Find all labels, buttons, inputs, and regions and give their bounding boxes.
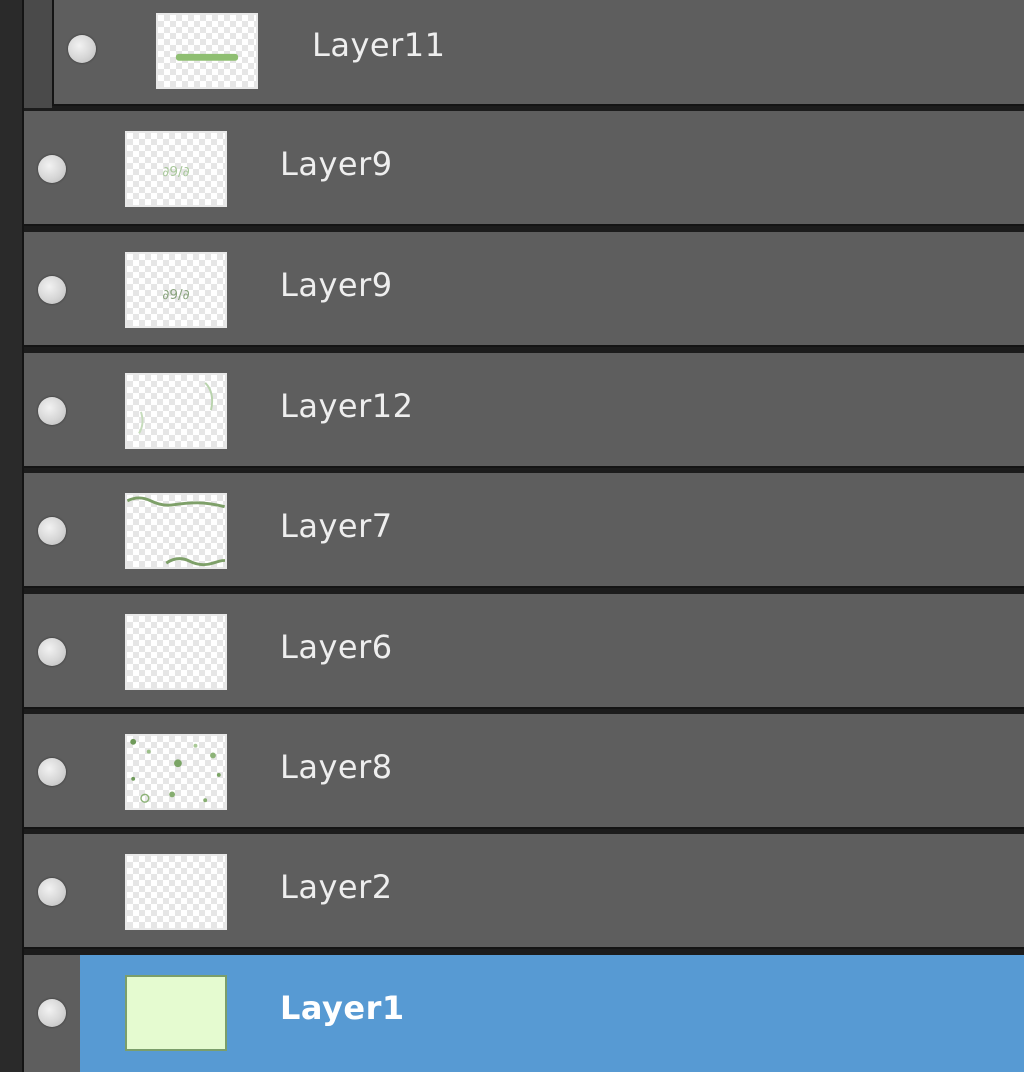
layer-row-layer12[interactable]: Layer12 bbox=[24, 353, 1024, 468]
visibility-toggle-icon[interactable] bbox=[38, 878, 66, 906]
text-glyph-icon: ∂9/∂ bbox=[162, 287, 189, 303]
layer-name: Layer8 bbox=[280, 748, 393, 786]
layer-row-layer2[interactable]: Layer2 bbox=[24, 834, 1024, 949]
visibility-toggle-icon[interactable] bbox=[38, 276, 66, 304]
layer-name: Layer6 bbox=[280, 628, 393, 666]
layer-thumbnail bbox=[125, 854, 227, 930]
svg-text:∂9/∂: ∂9/∂ bbox=[162, 287, 189, 303]
visibility-toggle-icon[interactable] bbox=[38, 638, 66, 666]
layer-row-layer9[interactable]: ∂9/∂ Layer9 bbox=[24, 232, 1024, 347]
visibility-toggle-icon[interactable] bbox=[38, 999, 66, 1027]
visibility-toggle-icon[interactable] bbox=[68, 35, 96, 63]
layer-row-layer11[interactable]: Layer11 bbox=[52, 0, 1024, 106]
visibility-toggle-icon[interactable] bbox=[38, 758, 66, 786]
layer-name: Layer1 bbox=[280, 989, 405, 1027]
dots-pattern-icon bbox=[130, 738, 221, 803]
svg-text:∂9/∂: ∂9/∂ bbox=[162, 164, 189, 180]
layer-thumbnail bbox=[125, 734, 227, 810]
visibility-toggle-icon[interactable] bbox=[38, 155, 66, 183]
layer-name: Layer9 bbox=[280, 145, 393, 183]
layer-thumbnail bbox=[125, 614, 227, 690]
green-line-icon bbox=[175, 53, 239, 61]
layer-row-layer7[interactable]: Layer7 bbox=[24, 473, 1024, 588]
layer-name: Layer7 bbox=[280, 507, 393, 545]
clipping-indicator bbox=[24, 0, 65, 108]
layer-name: Layer9 bbox=[280, 266, 393, 304]
layer-row-layer8[interactable]: Layer8 bbox=[24, 714, 1024, 829]
layer-row-layer6[interactable]: Layer6 bbox=[24, 594, 1024, 709]
layer-thumbnail bbox=[125, 493, 227, 569]
text-glyph-icon: ∂9/∂ bbox=[162, 164, 189, 180]
visibility-toggle-icon[interactable] bbox=[38, 397, 66, 425]
layer-row-layer9[interactable]: ∂9/∂ Layer9 bbox=[24, 111, 1024, 226]
visibility-toggle-icon[interactable] bbox=[38, 517, 66, 545]
layer-thumbnail bbox=[125, 975, 227, 1051]
layer-thumbnail: ∂9/∂ bbox=[125, 252, 227, 328]
wave-border-icon bbox=[127, 496, 225, 567]
corner-marks-icon bbox=[138, 382, 214, 434]
panel-left-rail bbox=[0, 0, 24, 1072]
layer-row-layer1[interactable]: Layer1 bbox=[24, 955, 1024, 1072]
layer-name: Layer2 bbox=[280, 868, 393, 906]
layer-name: Layer12 bbox=[280, 387, 414, 425]
layer-thumbnail bbox=[125, 373, 227, 449]
layer-thumbnail: ∂9/∂ bbox=[125, 131, 227, 207]
layer-name: Layer11 bbox=[312, 26, 446, 64]
layers-panel: Layer11 ∂9/∂ Layer9 ∂9/∂ Layer9 Layer12 … bbox=[0, 0, 1024, 1072]
layer-thumbnail bbox=[156, 13, 258, 89]
